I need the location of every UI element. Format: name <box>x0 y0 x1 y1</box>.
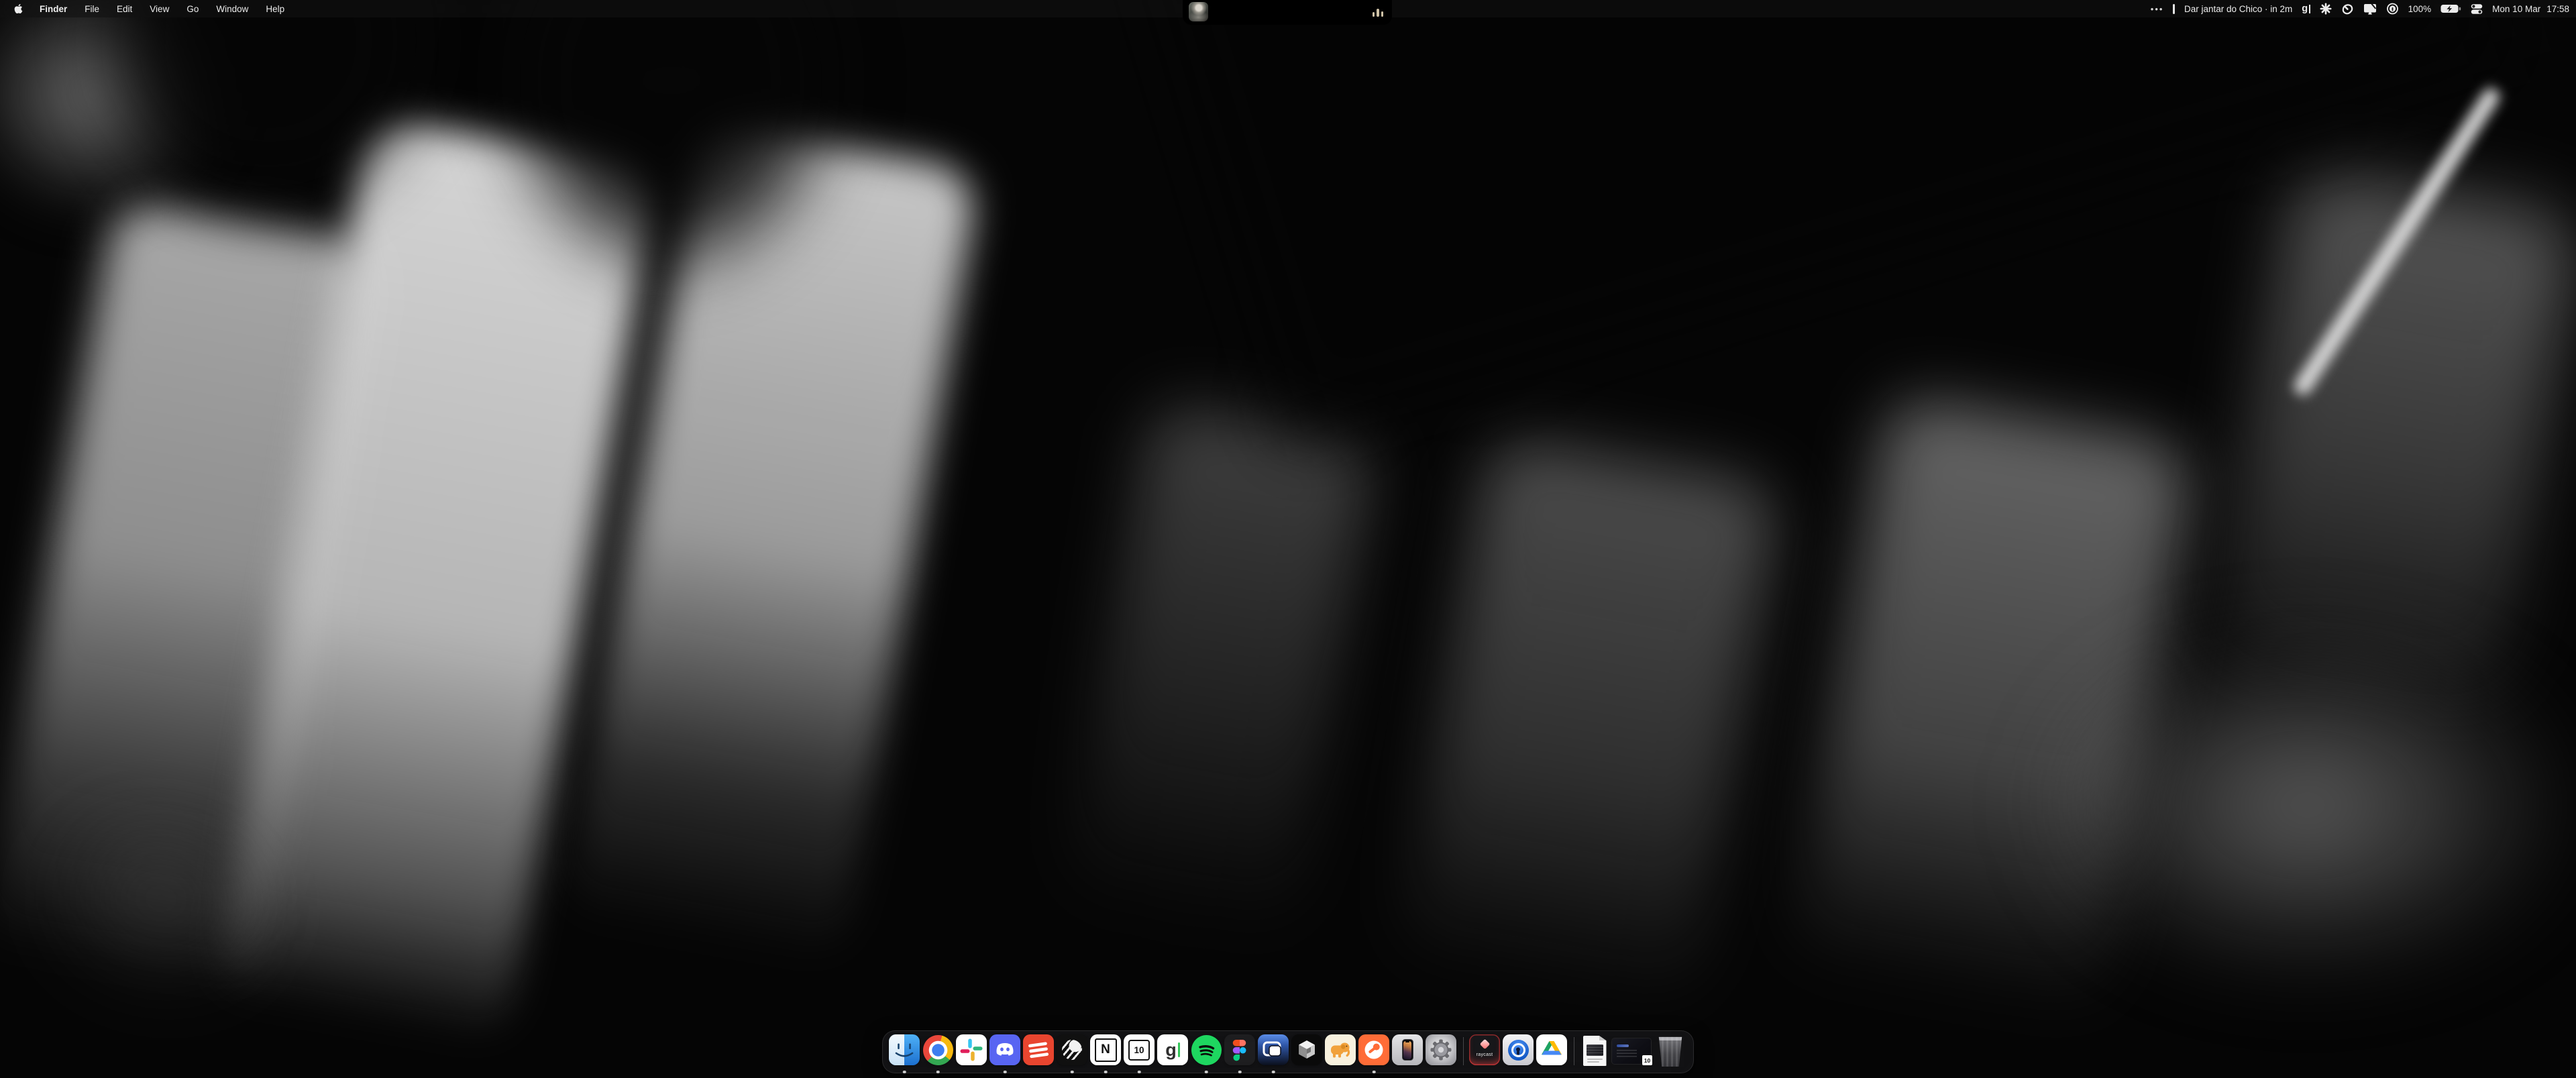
wallpaper-glow-bottom-right <box>2033 624 2576 986</box>
menu-window[interactable]: Window <box>216 4 248 14</box>
dock-google-drive[interactable] <box>1535 1034 1568 1069</box>
wallpaper-key-4 <box>1065 400 1378 941</box>
linear-icon <box>1057 1034 1087 1065</box>
desktop: Finder File Edit View Go Window Help •••… <box>0 0 2576 1078</box>
battery-charging-icon[interactable] <box>2440 3 2461 14</box>
menubar-separator-icon[interactable] <box>2173 4 2175 14</box>
dock-separator <box>1458 1036 1468 1067</box>
running-indicator <box>1373 1071 1376 1074</box>
granola-icon: g <box>1157 1034 1188 1065</box>
granola-glyph: g <box>2302 4 2308 14</box>
running-indicator <box>903 1071 906 1074</box>
dock-document-file[interactable] <box>1578 1034 1611 1069</box>
iphone-mirroring-icon <box>1392 1034 1423 1065</box>
document-file-icon <box>1583 1036 1607 1066</box>
apple-menu[interactable] <box>14 3 23 14</box>
control-center-icon[interactable] <box>2471 3 2483 15</box>
menu-view[interactable]: View <box>150 4 169 14</box>
starburst-menubar-icon[interactable] <box>2320 3 2332 15</box>
display-mirroring-menubar-icon[interactable] <box>2363 3 2377 15</box>
menubar-overflow-dots-icon[interactable]: ••• <box>2151 4 2164 14</box>
dock-chrome[interactable] <box>921 1034 955 1069</box>
running-indicator <box>1004 1071 1007 1074</box>
running-indicator <box>1205 1071 1208 1074</box>
menu-go[interactable]: Go <box>186 4 199 14</box>
menu-bar-clock[interactable]: Mon 10 Mar 17:58 <box>2492 4 2569 14</box>
wallpaper-shadow-a <box>80 0 456 228</box>
menu-file[interactable]: File <box>85 4 99 14</box>
dock-1password[interactable] <box>1501 1034 1535 1069</box>
running-indicator <box>936 1071 940 1074</box>
dock-iphone-mirroring[interactable] <box>1391 1034 1424 1069</box>
dock-elephant-db-app[interactable] <box>1324 1034 1357 1069</box>
todoist-icon <box>1023 1034 1054 1065</box>
menu-help[interactable]: Help <box>266 4 284 14</box>
wallpaper-key-5 <box>1398 435 1782 1014</box>
dock-3d-cube-app[interactable] <box>1290 1034 1324 1069</box>
dock-notion-calendar[interactable]: 10 <box>1122 1034 1156 1069</box>
dock-slack[interactable] <box>955 1034 988 1069</box>
clock-time: 17:58 <box>2546 4 2569 14</box>
slack-icon <box>956 1034 987 1065</box>
battery-percentage[interactable]: 100% <box>2408 4 2432 14</box>
elephant-icon <box>1325 1034 1356 1065</box>
desktop-wallpaper <box>0 0 2576 1078</box>
audio-equalizer-icon <box>1373 7 1384 17</box>
dock-screen-studio[interactable] <box>1256 1034 1290 1069</box>
pick-shape-menubar-icon[interactable] <box>2341 3 2354 15</box>
granola-cursor-bar <box>2309 5 2310 13</box>
dock-granola[interactable]: g <box>1156 1034 1189 1069</box>
dock-raycast[interactable]: raycast <box>1468 1034 1501 1069</box>
system-settings-gear-icon <box>1426 1034 1456 1065</box>
dock-trash[interactable] <box>1652 1034 1688 1069</box>
finder-icon <box>889 1034 920 1065</box>
active-app-menu[interactable]: Finder <box>40 4 67 14</box>
1password-menubar-icon[interactable] <box>2386 3 2399 15</box>
dock-postman[interactable] <box>1357 1034 1391 1069</box>
running-indicator <box>1272 1071 1275 1074</box>
dock-separator <box>1568 1036 1578 1067</box>
spotify-icon <box>1191 1034 1222 1065</box>
dock-linear[interactable] <box>1055 1034 1089 1069</box>
1password-icon <box>1503 1034 1534 1065</box>
dock-notion[interactable]: N <box>1089 1034 1122 1069</box>
cube-3d-icon <box>1291 1034 1322 1065</box>
menu-bar-left: Finder File Edit View Go Window Help <box>0 3 284 14</box>
dock: N 10 g <box>882 1030 1694 1073</box>
google-drive-icon <box>1536 1034 1567 1065</box>
discord-icon <box>989 1034 1020 1065</box>
wallpaper-shadow-b <box>483 0 859 295</box>
notch-now-playing-widget[interactable] <box>1183 0 1392 25</box>
running-indicator <box>1138 1071 1141 1074</box>
postman-icon <box>1358 1034 1389 1065</box>
dock-spotify[interactable] <box>1189 1034 1223 1069</box>
granola-menubar-icon[interactable]: g <box>2302 4 2310 14</box>
notion-icon: N <box>1090 1034 1121 1065</box>
apple-icon <box>14 3 23 14</box>
running-indicator <box>1104 1071 1108 1074</box>
minimized-window-app-badge: 10 <box>1642 1055 1653 1066</box>
clock-date: Mon 10 Mar <box>2492 4 2540 14</box>
figma-icon <box>1224 1034 1255 1065</box>
dock-finder[interactable] <box>888 1034 921 1069</box>
menu-edit[interactable]: Edit <box>117 4 132 14</box>
chrome-icon <box>922 1034 953 1065</box>
menu-bar-status-area: ••• Dar jantar do Chico · in 2m g 100% <box>2151 3 2576 15</box>
dock-minimized-window[interactable]: 10 <box>1611 1034 1652 1069</box>
notion-calendar-icon: 10 <box>1124 1034 1155 1065</box>
running-indicator <box>1071 1071 1074 1074</box>
dock-figma[interactable] <box>1223 1034 1256 1069</box>
dock-discord[interactable] <box>988 1034 1022 1069</box>
minimized-window-thumbnail: 10 <box>1612 1038 1651 1064</box>
trash-icon <box>1657 1036 1684 1067</box>
raycast-icon: raycast <box>1469 1034 1500 1065</box>
now-playing-album-art[interactable] <box>1189 2 1208 21</box>
screen-studio-icon <box>1258 1034 1289 1065</box>
reminder-status-item[interactable]: Dar jantar do Chico · in 2m <box>2184 4 2292 14</box>
running-indicator <box>1238 1071 1242 1074</box>
dock-todoist[interactable] <box>1022 1034 1055 1069</box>
dock-system-settings[interactable] <box>1424 1034 1458 1069</box>
